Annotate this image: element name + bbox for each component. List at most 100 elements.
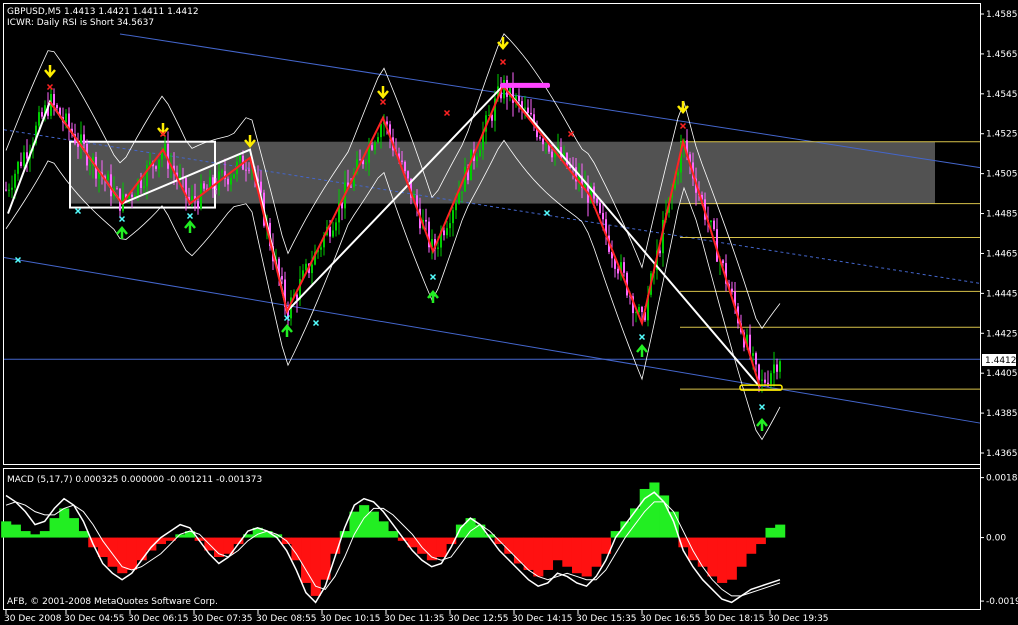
time-tick-label: 30 Dec 11:35	[384, 614, 445, 624]
bear-candle-body	[83, 134, 85, 144]
buy-arrow-icon	[636, 344, 648, 357]
channel-lower-line	[3, 256, 981, 424]
bear-candle-body	[110, 174, 112, 197]
bull-candle-body	[239, 155, 241, 162]
bull-candle-body	[230, 178, 232, 185]
bear-candle-body	[755, 353, 757, 365]
macd-bar-negative	[571, 537, 583, 574]
buy-arrow-icon	[281, 324, 293, 337]
bull-candle-body	[710, 220, 712, 223]
bull-candle-body	[761, 379, 763, 381]
bear-candle-body	[602, 212, 604, 220]
bear-candle-body	[248, 169, 250, 171]
price-tick-label: 1.4465	[986, 249, 1018, 259]
bear-candle-body	[641, 306, 643, 312]
sell-arrow-icon	[157, 123, 169, 136]
macd-bar-negative	[581, 537, 592, 577]
bear-candle-body	[5, 189, 7, 191]
macd-bar-positive	[20, 531, 31, 538]
signal-markers	[14, 37, 783, 431]
macd-header-text: MACD (5,17,7) 0.000325 0.000000 -0.00121…	[7, 475, 262, 485]
zigzag-red-line	[49, 83, 761, 388]
bear-candle-body	[245, 169, 247, 171]
time-tick-label: 30 Dec 16:55	[640, 614, 701, 624]
sell-cross-icon	[499, 58, 507, 66]
bull-candle-body	[221, 171, 223, 173]
bull-candle-body	[134, 195, 136, 197]
macd-bar-positive	[359, 505, 370, 538]
bull-candle-body	[446, 228, 448, 236]
price-tick-label: 1.4525	[986, 130, 1018, 140]
bear-candle-body	[767, 382, 769, 384]
bull-candle-body	[377, 137, 379, 143]
bear-candle-body	[56, 104, 58, 109]
macd-bar-positive	[78, 531, 89, 538]
macd-bar-negative	[591, 537, 602, 567]
bear-candle-body	[197, 201, 199, 209]
bull-candle-body	[374, 142, 376, 150]
macd-bar-positive	[775, 524, 786, 538]
bull-candle-body	[332, 230, 334, 237]
sell-cross-icon	[443, 109, 451, 117]
copyright-text: AFB, © 2001-2008 MetaQuotes Software Cor…	[7, 597, 218, 607]
bear-candle-body	[527, 107, 529, 113]
bear-candle-body	[764, 379, 766, 383]
bear-candle-body	[131, 194, 133, 197]
bull-candle-body	[437, 247, 439, 249]
bear-candle-body	[26, 152, 28, 159]
macd-bar-positive	[59, 508, 70, 538]
buy-cross-icon	[312, 319, 320, 327]
bull-candle-body	[365, 162, 367, 165]
price-tick-label: 1.4565	[986, 50, 1018, 60]
trading-chart[interactable]: 1.4585 1.4565 1.4545 1.4525 1.4505 1.4485 1.44…	[0, 0, 1018, 625]
bull-candle-body	[638, 306, 640, 312]
buy-cross-icon	[74, 207, 82, 215]
macd-bar-negative	[126, 537, 138, 570]
bear-candle-body	[425, 219, 427, 222]
bear-candle-body	[722, 260, 724, 264]
macd-bar-negative	[542, 537, 554, 570]
bear-candle-body	[758, 364, 760, 380]
high-highlight-bar	[500, 82, 550, 88]
bear-candle-body	[776, 364, 778, 372]
regression-channel	[3, 33, 981, 424]
bear-candle-body	[599, 202, 601, 213]
macd-bar-negative	[697, 537, 708, 567]
bull-candle-body	[320, 247, 322, 250]
buy-cross-icon	[758, 403, 766, 411]
main-chart-frame	[3, 3, 981, 465]
bear-candle-body	[404, 161, 406, 172]
macd-bar-negative	[533, 537, 544, 577]
bear-candle-body	[731, 288, 733, 292]
macd-bar-positive	[649, 482, 660, 538]
macd-bar-negative	[717, 537, 728, 583]
macd-bar-negative	[136, 537, 147, 561]
bear-candle-body	[623, 262, 625, 273]
zone-rect	[70, 141, 935, 204]
bull-candle-body	[14, 173, 16, 188]
price-tick-label: 1.4385	[986, 409, 1018, 419]
bear-candle-body	[371, 145, 373, 150]
bear-candle-body	[227, 178, 229, 185]
macd-tick-label: 0.00185	[986, 474, 1018, 484]
macd-bar-negative	[436, 537, 447, 558]
bull-candle-body	[143, 186, 145, 188]
bull-candle-body	[11, 187, 13, 190]
macd-indicator: 0.00185 0.00 -0.00196	[1, 474, 1018, 607]
bull-candle-body	[311, 264, 313, 274]
macd-bar-positive	[1, 521, 12, 538]
bear-candle-body	[401, 160, 403, 162]
time-tick-label: 30 Dec 18:15	[704, 614, 765, 624]
price-tick-label: 1.4585	[986, 10, 1018, 20]
price-tick-label: 1.4365	[986, 449, 1018, 459]
buy-arrow-icon	[116, 226, 128, 239]
bear-candle-body	[407, 171, 409, 179]
bear-candle-body	[41, 112, 43, 117]
bull-candle-body	[779, 361, 781, 372]
bull-candle-body	[23, 152, 25, 167]
buy-cross-icon	[638, 333, 646, 341]
bull-candle-body	[65, 113, 67, 123]
macd-bar-positive	[368, 511, 379, 538]
symbol-ohlc-text: GBPUSD,M5 1.4413 1.4421 1.4411 1.4412	[7, 7, 199, 17]
time-tick-label: 30 Dec 06:15	[128, 614, 189, 624]
